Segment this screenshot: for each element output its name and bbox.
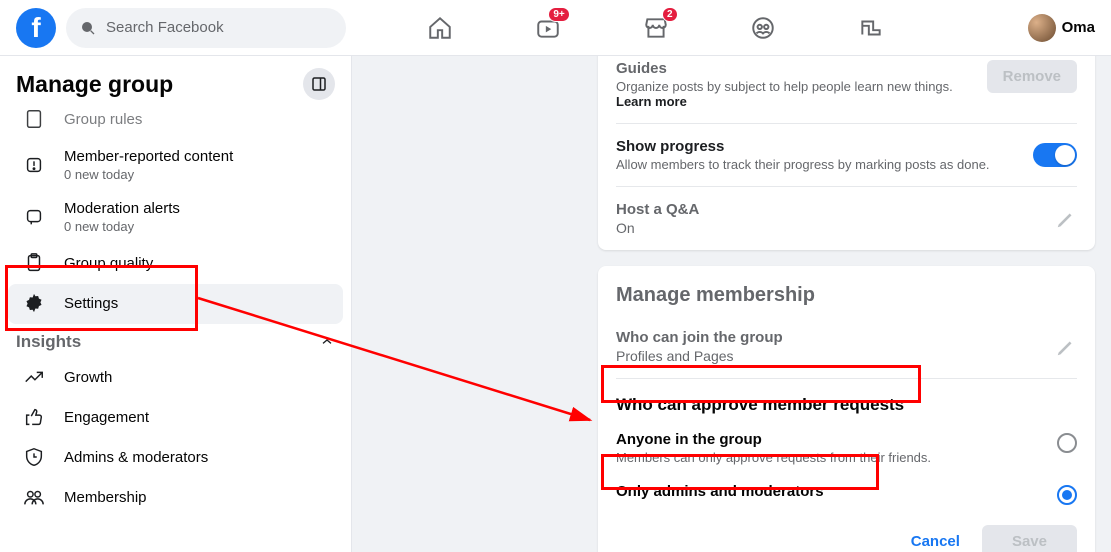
- remove-button[interactable]: Remove: [987, 60, 1077, 93]
- sidebar-item-engagement[interactable]: Engagement: [8, 398, 343, 438]
- growth-icon: [23, 366, 45, 388]
- insights-label: Insights: [16, 332, 81, 352]
- show-progress-title: Show progress: [616, 138, 1023, 155]
- show-progress-toggle[interactable]: [1033, 143, 1077, 167]
- who-can-join-title: Who can join the group: [616, 329, 1045, 346]
- sidebar-item-label: Admins & moderators: [64, 449, 208, 466]
- watch-badge: 9+: [548, 7, 569, 22]
- sidebar-item-member-reported[interactable]: Member-reported content 0 new today: [8, 140, 343, 192]
- discussion-card: Guides Organize posts by subject to help…: [598, 56, 1095, 250]
- sidebar-item-label: Engagement: [64, 409, 149, 426]
- thumb-icon: [23, 406, 45, 428]
- panel-expand-icon: [310, 75, 328, 93]
- annotation-highlight-approve-title: [601, 365, 921, 403]
- show-progress-desc: Allow members to track their progress by…: [616, 157, 1023, 172]
- guides-desc: Organize posts by subject to help people…: [616, 79, 977, 109]
- nav-tab-gaming[interactable]: [831, 4, 911, 52]
- profile-name: Oma: [1062, 19, 1095, 36]
- sidebar-item-label: Membership: [64, 489, 147, 506]
- profile-chip[interactable]: Oma: [1028, 14, 1095, 42]
- cancel-button[interactable]: Cancel: [899, 525, 972, 552]
- option-anyone-title: Anyone in the group: [616, 431, 1045, 448]
- option-anyone-radio[interactable]: [1057, 433, 1077, 453]
- sidebar-item-label: Moderation alerts: [64, 200, 180, 217]
- sidebar-item-label: Growth: [64, 369, 112, 386]
- membership-card: Manage membership Who can join the group…: [598, 266, 1095, 552]
- sidebar-item-label: Member-reported content: [64, 148, 233, 165]
- save-button[interactable]: Save: [982, 525, 1077, 552]
- qa-row: Host a Q&A On: [616, 187, 1077, 250]
- membership-actions: Cancel Save: [616, 515, 1077, 552]
- marketplace-badge: 2: [662, 7, 678, 22]
- qa-title: Host a Q&A: [616, 201, 1045, 218]
- search-input[interactable]: Search Facebook: [66, 8, 346, 48]
- gaming-icon: [858, 15, 884, 41]
- facebook-logo[interactable]: f: [16, 8, 56, 48]
- nav-tab-marketplace[interactable]: 2: [616, 4, 696, 52]
- option-admins-radio[interactable]: [1057, 485, 1077, 505]
- pencil-icon[interactable]: [1055, 336, 1077, 358]
- guides-row: Guides Organize posts by subject to help…: [616, 56, 1077, 124]
- qa-sub: On: [616, 220, 1045, 236]
- annotation-highlight-approve-option: [601, 454, 879, 490]
- search-icon: [80, 20, 96, 36]
- sidebar-item-sub: 0 new today: [64, 219, 180, 234]
- sidebar-item-group-rules[interactable]: Group rules: [8, 108, 343, 140]
- people-icon: [23, 486, 45, 508]
- who-can-join-sub: Profiles and Pages: [616, 348, 1045, 364]
- annotation-highlight-settings: [5, 265, 198, 331]
- sidebar-item-sub: 0 new today: [64, 167, 233, 182]
- top-nav: f Search Facebook 9+ 2 Oma: [0, 0, 1111, 56]
- expand-button[interactable]: [303, 68, 335, 100]
- show-progress-row: Show progress Allow members to track the…: [616, 124, 1077, 187]
- flag-icon: [23, 154, 45, 176]
- home-icon: [427, 15, 453, 41]
- chevron-up-icon: [319, 334, 335, 350]
- search-placeholder: Search Facebook: [106, 19, 224, 36]
- avatar: [1028, 14, 1056, 42]
- sidebar-header: Manage group: [0, 56, 351, 108]
- insights-list: Growth Engagement Admins & moderators Me…: [0, 358, 351, 518]
- guides-title: Guides: [616, 60, 977, 77]
- page-title: Manage group: [16, 71, 173, 98]
- nav-tab-groups[interactable]: [723, 4, 803, 52]
- sidebar-item-admins[interactable]: Admins & moderators: [8, 438, 343, 478]
- nav-icons: 9+ 2: [380, 4, 931, 52]
- nav-tab-watch[interactable]: 9+: [508, 4, 588, 52]
- membership-heading: Manage membership: [616, 266, 1077, 315]
- sidebar-item-growth[interactable]: Growth: [8, 358, 343, 398]
- shield-icon: [23, 446, 45, 468]
- pencil-icon[interactable]: [1055, 208, 1077, 230]
- sidebar-item-membership[interactable]: Membership: [8, 478, 343, 518]
- groups-icon: [750, 15, 776, 41]
- sidebar-item-label: Group rules: [64, 111, 142, 128]
- rules-icon: [23, 108, 45, 130]
- alerts-icon: [23, 206, 45, 228]
- nav-tab-home[interactable]: [400, 4, 480, 52]
- sidebar-item-moderation-alerts[interactable]: Moderation alerts 0 new today: [8, 192, 343, 244]
- learn-more-link[interactable]: Learn more: [616, 94, 687, 109]
